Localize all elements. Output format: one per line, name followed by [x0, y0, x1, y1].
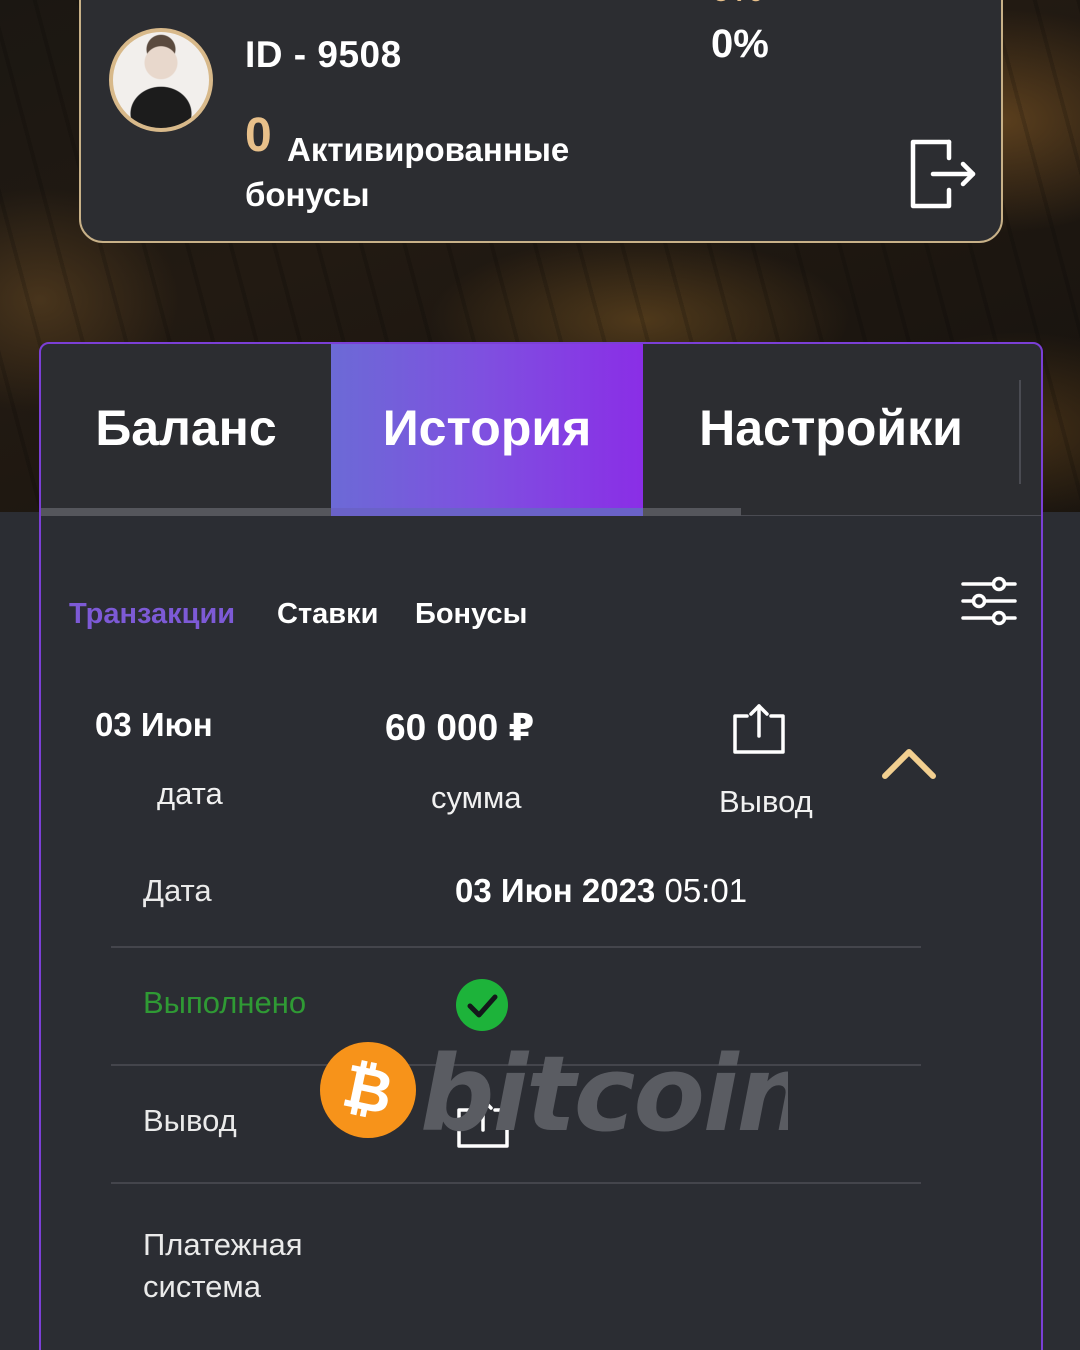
avatar[interactable] [109, 28, 213, 132]
detail-type-label: Вывод [143, 1103, 237, 1138]
detail-time-text: 05:01 [664, 872, 748, 909]
detail-date-text: 03 Июн 2023 [455, 872, 656, 909]
subtab-bets[interactable]: Ставки [277, 598, 378, 631]
detail-date-value: 03 Июн 2023 05:01 [455, 872, 747, 910]
bitcoin-wordmark: bitcoin [420, 1040, 788, 1140]
bitcoin-logo: ₿ bitcoin [320, 1040, 788, 1140]
subtab-transactions[interactable]: Транзакции [69, 598, 235, 631]
tab-balance[interactable]: Баланс [41, 344, 331, 512]
filter-icon[interactable] [961, 576, 1017, 626]
tab-bar: Баланс История Настройки [41, 344, 1041, 516]
payment-system-label: Платежная [143, 1227, 303, 1262]
detail-row-date: Дата 03 Июн 2023 05:01 [111, 830, 921, 948]
chevron-up-icon[interactable] [881, 746, 937, 782]
bonus-label: Активированные [287, 131, 570, 168]
tab-underline-active [331, 508, 643, 516]
tab-settings[interactable]: Настройки [643, 344, 1019, 512]
transaction-type: Вывод [719, 784, 813, 819]
payment-system-label-line2: система [143, 1269, 261, 1304]
tab-history[interactable]: История [331, 344, 643, 512]
percent-top-text: 0% [711, 0, 911, 4]
status-label: Выполнено [143, 985, 307, 1020]
user-id: ID - 9508 [245, 34, 402, 75]
transaction-amount: 60 000 ₽ [385, 707, 535, 748]
logout-icon[interactable] [909, 138, 979, 210]
account-panel: Баланс История Настройки Транзакции Став… [39, 342, 1043, 1350]
bonus-count: 0 [245, 109, 272, 162]
subtab-bonuses[interactable]: Бонусы [415, 598, 527, 631]
percent-value: 0% [711, 22, 769, 66]
amount-caption: сумма [431, 780, 522, 815]
tab-divider [1019, 380, 1021, 484]
bonus-label-line2: бонусы [245, 176, 370, 213]
date-caption: дата [157, 776, 223, 811]
detail-date-label: Дата [143, 873, 212, 908]
percent-top-clipped: 0% [711, 0, 911, 4]
check-icon [456, 979, 508, 1031]
profile-card: ID - 9508 0 Активированные бонусы 0% 0% [79, 0, 1003, 243]
bitcoin-icon: ₿ [320, 1042, 416, 1138]
transaction-date: 03 Июн [95, 706, 213, 743]
upload-icon [733, 704, 785, 754]
